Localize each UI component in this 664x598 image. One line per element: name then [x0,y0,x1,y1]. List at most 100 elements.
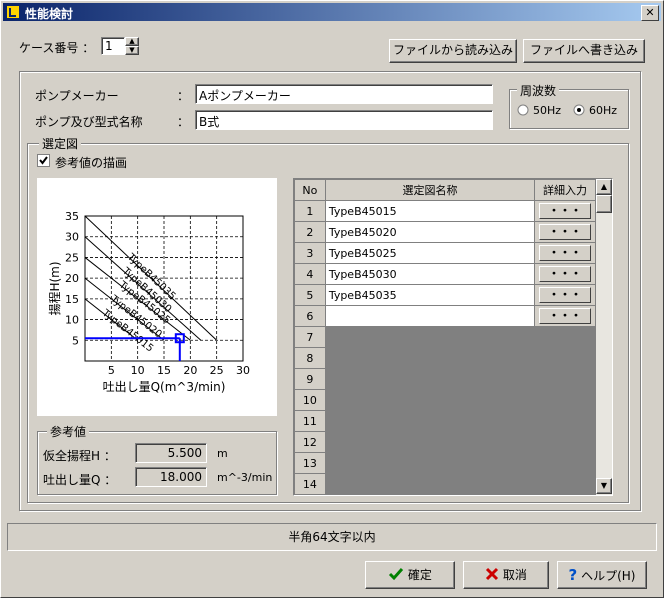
maker-label: ポンプメーカー [35,89,119,103]
window-title: 性能検討 [25,7,74,21]
detail-input-button[interactable]: ・・・ [539,308,592,324]
dialog-window: 性能検討 ✕ ケース番号 ： 1 ▲ ▼ ファイルから読み込み ファイルへ書き込… [0,0,664,598]
reference-checkbox[interactable] [37,154,50,167]
selection-name-cell [324,431,536,453]
selection-name-cell [324,389,536,411]
radio-60hz-label: 60Hz [589,104,618,117]
status-text: 半角64文字以内 [288,530,376,544]
case-number-input[interactable]: 1 [101,37,125,55]
selection-name-cell[interactable]: TypeB45015 [324,200,536,222]
table-row: 6 ・・・ [294,305,596,327]
close-button[interactable]: ✕ [641,5,659,21]
table-row: 4 TypeB45030 ・・・ [294,263,596,285]
x-tick-label: 30 [236,364,250,377]
y-tick-label: 35 [65,210,79,223]
detail-cell [534,410,596,432]
table-row: 2 TypeB45020 ・・・ [294,221,596,243]
x-tick-label: 25 [210,364,224,377]
selection-name-cell [324,452,536,474]
detail-input-button[interactable]: ・・・ [539,287,592,303]
detail-cell: ・・・ [534,263,596,285]
help-label: ヘルプ(H) [581,569,636,583]
detail-cell [534,326,596,348]
reference-group-label: 参考値 [47,423,90,440]
selection-name-cell[interactable]: TypeB45020 [324,221,536,243]
save-file-button[interactable]: ファイルへ書き込み [523,39,645,63]
detail-cell: ・・・ [534,242,596,264]
selection-name-cell [324,410,536,432]
selection-name-cell [324,326,536,348]
row-number: 1 [294,200,326,222]
detail-input-button[interactable]: ・・・ [539,245,592,261]
scroll-down-button[interactable]: ▼ [596,478,612,494]
model-label: ポンプ及び型式名称 [35,115,143,129]
y-axis-label: 揚程H(m) [47,261,62,315]
frequency-label: 周波数 [517,82,560,99]
x-tick-label: 10 [131,364,145,377]
radio-60hz[interactable] [573,104,585,116]
flow-label: 吐出し量Q ： [43,473,117,487]
detail-cell: ・・・ [534,200,596,222]
table-row: 11 [294,410,596,432]
row-number: 11 [294,410,326,432]
selection-name-cell[interactable]: TypeB45030 [324,263,536,285]
table-row: 8 [294,347,596,369]
detail-input-button[interactable]: ・・・ [539,203,592,219]
status-bar: 半角64文字以内 [7,523,657,551]
y-tick-label: 15 [65,293,79,306]
scroll-thumb[interactable] [596,195,612,213]
cross-icon [486,567,499,581]
radio-50hz-icon [517,104,529,116]
y-tick-label: 10 [65,314,79,327]
detail-cell [534,473,596,495]
case-up-button[interactable]: ▲ [125,37,139,46]
detail-cell [534,368,596,390]
load-file-button[interactable]: ファイルから読み込み [389,39,517,63]
radio-60hz-icon [573,104,585,116]
selection-table-frame: No 選定図名称 詳細入力 1 TypeB45015 ・・・ 2 TypeB45020 ・… [293,178,613,496]
selection-table: No 選定図名称 詳細入力 1 TypeB45015 ・・・ 2 TypeB45020 ・… [294,179,596,495]
table-row: 10 [294,389,596,411]
selection-name-cell[interactable]: TypeB45025 [324,242,536,264]
selection-chart: 5 10 15 20 25 305101520253035TypeB45015TypeB4… [47,210,250,394]
selection-name-cell [324,368,536,390]
detail-cell: ・・・ [534,305,596,327]
table-row: 9 [294,368,596,390]
table-row: 3 TypeB45025 ・・・ [294,242,596,264]
scroll-up-button[interactable]: ▲ [596,179,612,195]
maker-input[interactable]: Aポンプメーカー [195,84,493,104]
selection-name-cell[interactable] [324,305,536,327]
model-input[interactable]: B式 [195,110,493,130]
radio-50hz[interactable] [517,104,529,116]
row-number: 3 [294,242,326,264]
table-row: 14 [294,473,596,495]
row-number: 12 [294,431,326,453]
detail-cell [534,389,596,411]
detail-cell [534,431,596,453]
cancel-button[interactable]: 取消 [463,561,549,589]
row-number: 7 [294,326,326,348]
detail-cell: ・・・ [534,221,596,243]
check-icon [389,568,404,581]
col-header-no: No [294,179,326,201]
cancel-label: 取消 [502,568,527,582]
y-tick-label: 25 [65,251,79,264]
selection-name-cell [324,473,536,495]
detail-input-button[interactable]: ・・・ [539,266,592,282]
selection-name-cell[interactable]: TypeB45035 [324,284,536,306]
radio-50hz-label: 50Hz [533,104,562,117]
y-tick-label: 20 [65,272,79,285]
selection-chart-panel: 5 10 15 20 25 30 5 10 15 20 25 30 35 TypeB45015 TypeB4… [37,178,277,416]
help-button[interactable]: ? ヘルプ(H) [557,561,647,589]
x-tick-label: 20 [183,364,197,377]
flow-value: 18.000 [135,467,207,487]
ok-button[interactable]: 確定 [365,561,455,589]
table-scrollbar[interactable]: ▲ ▼ [596,179,612,495]
row-number: 4 [294,263,326,285]
reference-checkbox-label: 参考値の描画 [55,156,128,170]
question-icon: ? [568,566,578,584]
y-tick-label: 30 [65,231,79,244]
case-down-button[interactable]: ▼ [125,46,139,55]
y-tick-label: 5 [72,334,79,347]
detail-input-button[interactable]: ・・・ [539,224,592,240]
